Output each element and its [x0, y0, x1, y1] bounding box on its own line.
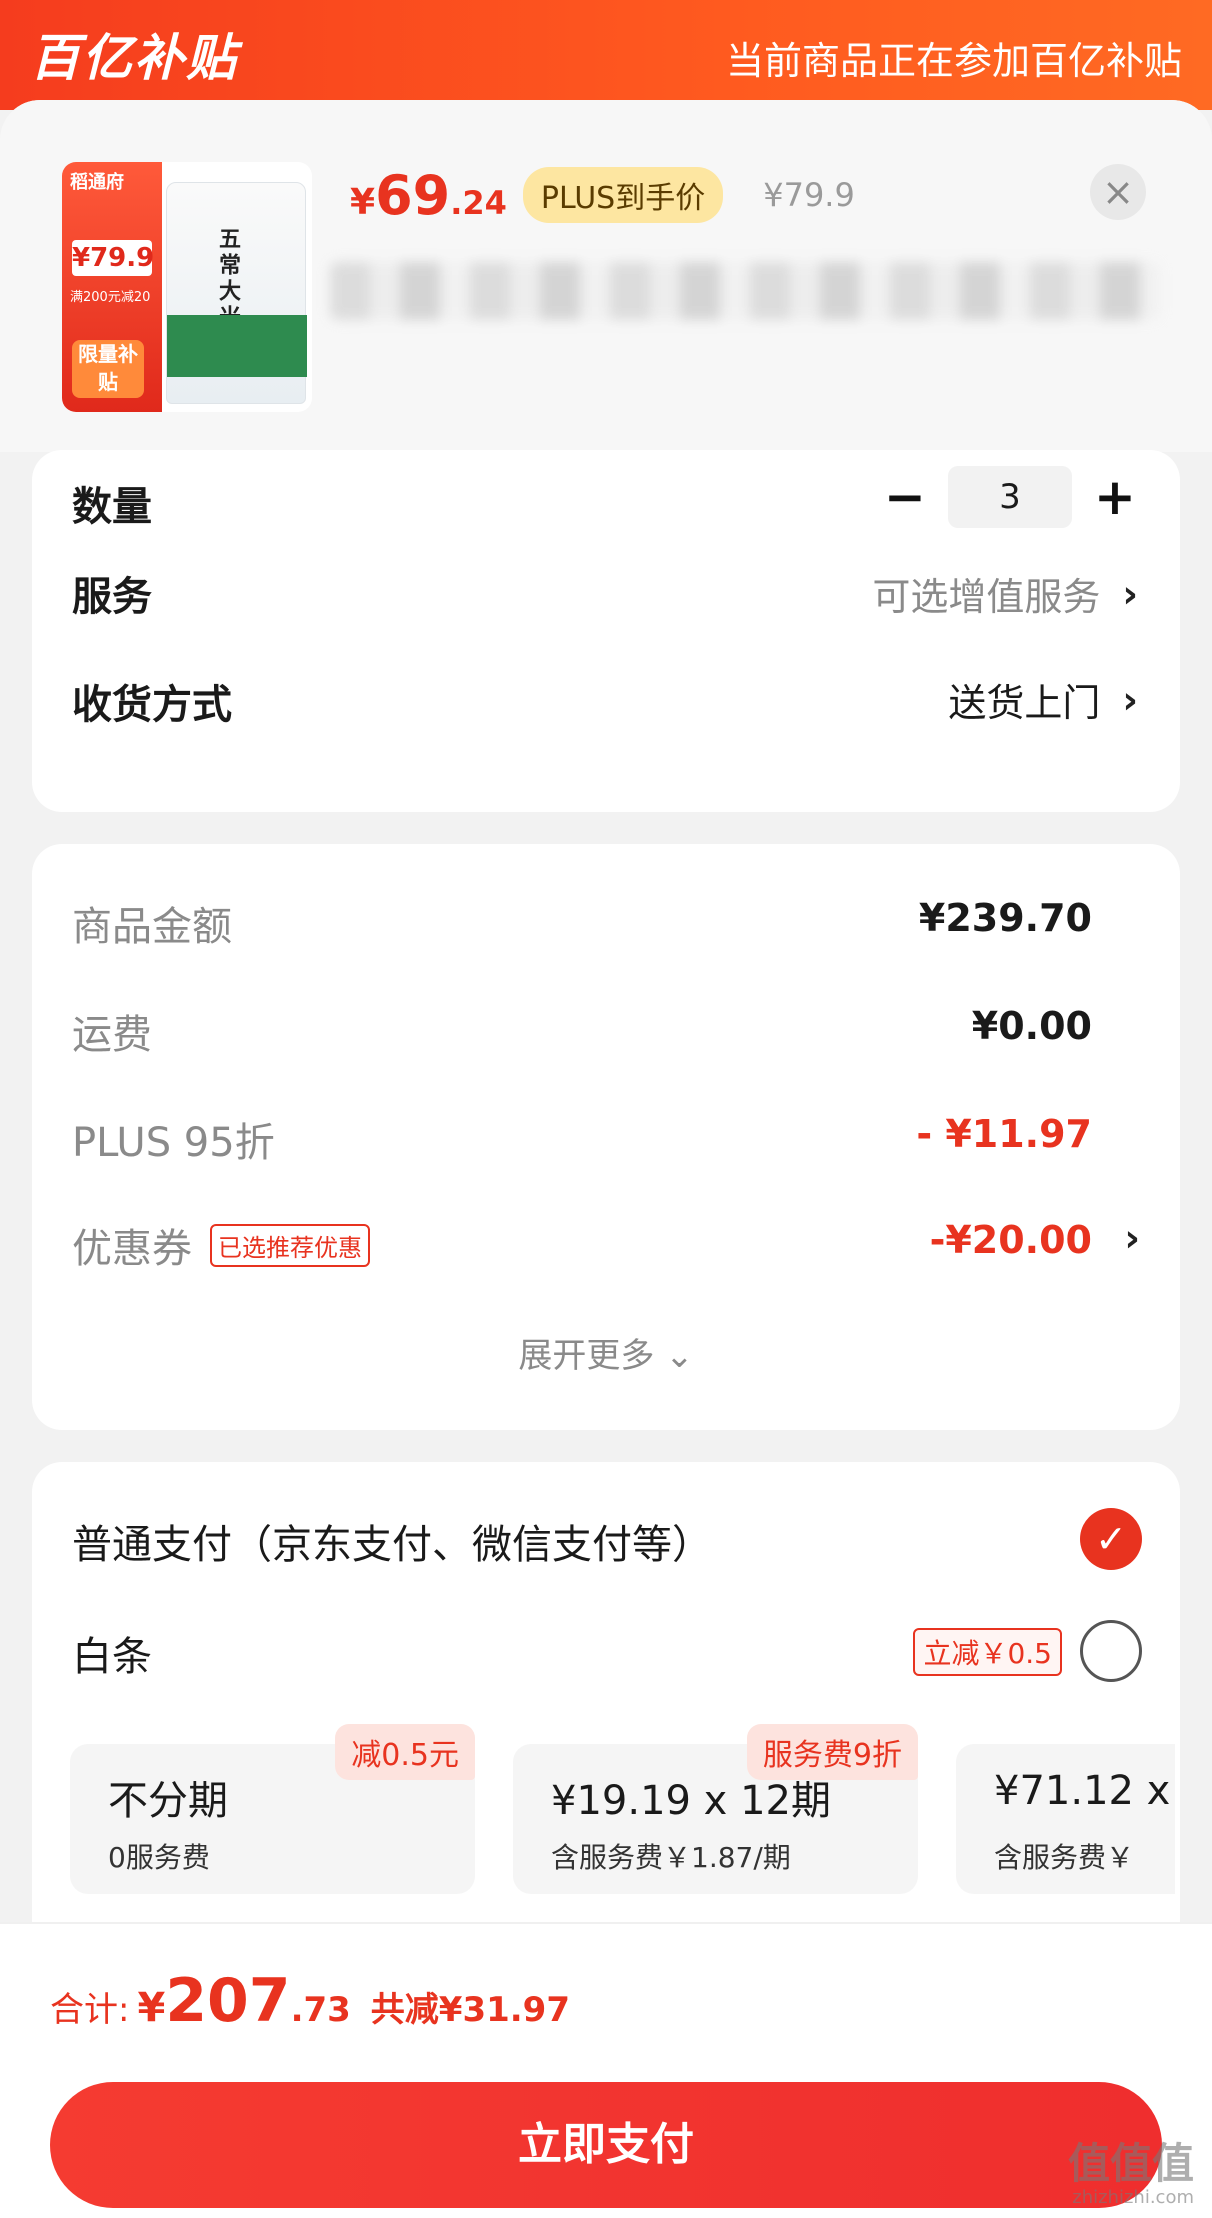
plan-subtitle: 含服务费￥1.87/期 [551, 1841, 791, 1874]
total-decimal: .73 [290, 1990, 351, 2030]
plan-subtitle: 0服务费 [108, 1841, 210, 1874]
installment-plan-option[interactable]: 服务费9折 ¥19.19 x 12期 含服务费￥1.87/期 [513, 1724, 918, 1894]
quantity-input[interactable]: 3 [948, 466, 1072, 528]
plus-price-currency: ¥ [350, 181, 376, 223]
quantity-minus-button[interactable]: − [880, 468, 930, 526]
chevron-down-icon: ⌄ [665, 1336, 694, 1376]
pay-now-button[interactable]: 立即支付 [50, 2082, 1162, 2208]
quantity-stepper: − 3 + [880, 466, 1140, 528]
rice-bag-image: 五常大米 [166, 182, 307, 404]
checkout-footer: 合计: ¥207.73 共减¥31.97 立即支付 [0, 1922, 1212, 2218]
total-label: 合计: [50, 1990, 130, 2030]
plan-subtitle: 含服务费￥ [994, 1841, 1135, 1874]
total-integer: 207 [165, 1966, 291, 2036]
chevron-right-icon[interactable]: › [1124, 1216, 1140, 1260]
coupon-value[interactable]: -¥20.00 [930, 1218, 1092, 1262]
plus-price-decimal: .24 [450, 183, 507, 222]
installment-plan-option[interactable]: 减0.5元 不分期 0服务费 [70, 1724, 475, 1894]
price-row: ¥69.24 PLUS到手价 ¥79.9 [350, 160, 855, 230]
total-amount: ¥207.73 [137, 1966, 350, 2036]
plus-price: ¥69.24 [350, 164, 507, 227]
plus-price-tag: PLUS到手价 [522, 167, 724, 223]
subsidy-logo: 百亿补贴 [30, 29, 238, 87]
thumbnail-brand: 稻通府 [70, 172, 124, 193]
service-label: 服务 [72, 574, 152, 620]
plus-price-integer: 69 [375, 163, 451, 227]
product-title-blurred [330, 262, 1160, 320]
plus-discount-value: - ¥11.97 [916, 1112, 1092, 1156]
close-icon[interactable]: × [1090, 164, 1146, 220]
watermark-logo: 值值值 [1067, 2139, 1194, 2188]
coupon-recommend-tag: 已选推荐优惠 [210, 1223, 370, 1267]
plan-title: ¥19.19 x 12期 [551, 1778, 831, 1824]
coupon-label: 优惠券 [72, 1226, 192, 1272]
plus-discount-text: PLUS 95折 [72, 1120, 275, 1166]
goods-amount-value: ¥239.70 [918, 896, 1092, 940]
plan-badge: 减0.5元 [335, 1724, 475, 1780]
watermark: 值值值 zhizhizhi.com [1068, 2130, 1194, 2208]
thumbnail-deal-text: 满200元减20 [70, 290, 151, 305]
installment-plans: 减0.5元 不分期 0服务费 服务费9折 ¥19.19 x 12期 含服务费￥1… [70, 1724, 1175, 1894]
plan-title: ¥71.12 x [994, 1768, 1171, 1814]
delivery-selector[interactable]: 送货上门 › [948, 672, 1138, 727]
shipping-label: 运费 [72, 1002, 152, 1060]
expand-more-label: 展开更多 [518, 1336, 655, 1376]
subsidy-header: 百亿补贴 当前商品正在参加百亿补贴 [0, 0, 1212, 110]
expand-more-button[interactable]: 展开更多 ⌄ [32, 1328, 1180, 1377]
rice-bag-stripe [167, 315, 307, 377]
quantity-label: 数量 [72, 484, 152, 530]
order-options-card: 数量 − 3 + 服务 可选增值服务 › 收货方式 送货上门 › [32, 450, 1180, 812]
product-summary: 稻通府 ¥79.9 满200元减20 限量补贴 五常大米 ¥69.24 PLUS… [0, 100, 1212, 452]
quantity-plus-button[interactable]: + [1090, 468, 1140, 526]
shipping-text: 运费 [72, 1012, 152, 1058]
normal-payment-label[interactable]: 普通支付（京东支付、微信支付等） [72, 1512, 712, 1570]
watermark-url: zhizhizhi.com [1072, 2187, 1194, 2208]
chevron-right-icon: › [1122, 571, 1138, 616]
shipping-value: ¥0.00 [971, 1004, 1092, 1048]
total-currency: ¥ [137, 1985, 166, 2031]
normal-payment-check-icon[interactable]: ✓ [1080, 1508, 1142, 1570]
baitiao-promo-tag: 立减￥0.5 [913, 1628, 1062, 1676]
installment-plan-option[interactable]: ¥71.12 x 含服务费￥ [956, 1744, 1175, 1894]
original-price: ¥79.9 [763, 176, 855, 214]
goods-amount-text: 商品金额 [72, 904, 232, 950]
delivery-label: 收货方式 [72, 682, 232, 728]
service-value: 可选增值服务 [872, 575, 1101, 619]
service-selector[interactable]: 可选增值服务 › [872, 566, 1138, 621]
thumbnail-limit-badge: 限量补贴 [72, 340, 144, 398]
product-thumbnail: 稻通府 ¥79.9 满200元减20 限量补贴 五常大米 [62, 162, 312, 412]
plan-title: 不分期 [108, 1778, 228, 1824]
chevron-right-icon: › [1122, 677, 1138, 722]
coupon-row[interactable]: 优惠券 已选推荐优惠 [72, 1216, 370, 1274]
baitiao-radio[interactable] [1080, 1620, 1142, 1682]
thumbnail-price-badge: ¥79.9 [72, 240, 154, 276]
plus-discount-label: PLUS 95折 [72, 1110, 275, 1168]
price-breakdown-card: 商品金额 ¥239.70 运费 ¥0.00 PLUS 95折 - ¥11.97 … [32, 844, 1180, 1430]
delivery-value: 送货上门 [948, 681, 1101, 725]
goods-amount-label: 商品金额 [72, 894, 232, 952]
checkout-sheet: 稻通府 ¥79.9 满200元减20 限量补贴 五常大米 ¥69.24 PLUS… [0, 100, 1212, 2218]
order-total: 合计: ¥207.73 共减¥31.97 [50, 1966, 570, 2036]
total-savings: 共减¥31.97 [370, 1990, 570, 2030]
baitiao-label[interactable]: 白条 [72, 1624, 152, 1682]
subsidy-tagline: 当前商品正在参加百亿补贴 [725, 39, 1182, 83]
